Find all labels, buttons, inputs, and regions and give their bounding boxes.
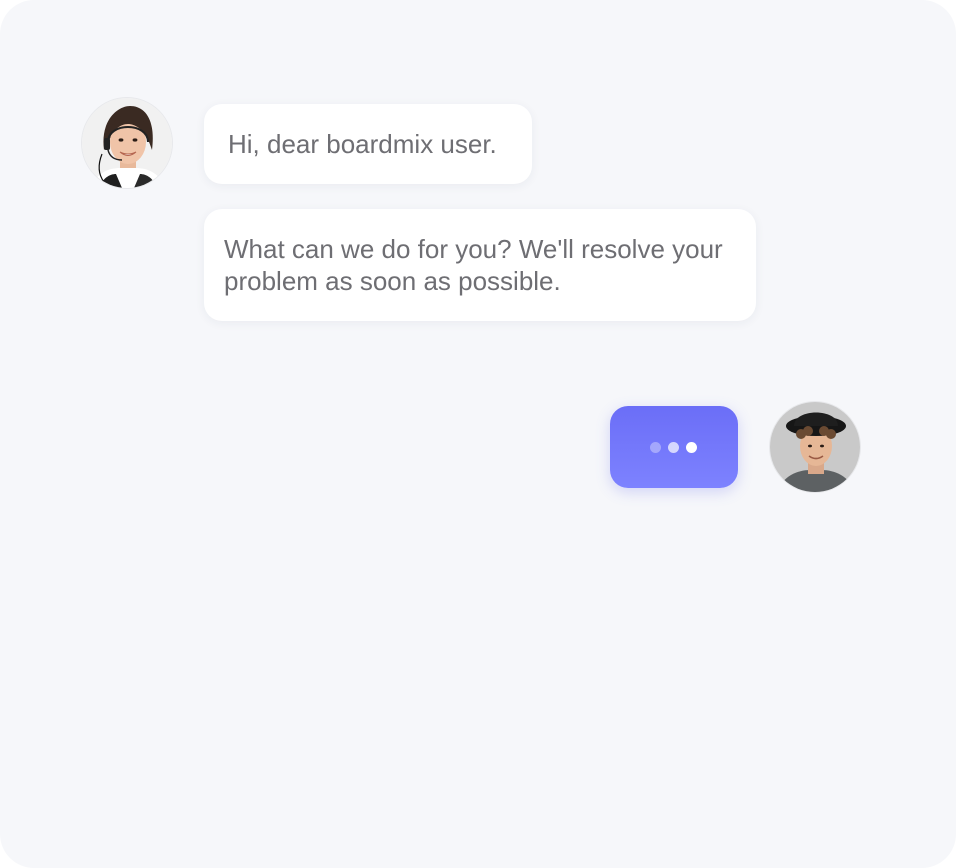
agent-message: Hi, dear boardmix user. bbox=[204, 104, 532, 184]
typing-dot bbox=[686, 442, 697, 453]
agent-avatar bbox=[82, 98, 172, 188]
agent-avatar-image bbox=[82, 98, 172, 188]
agent-message: What can we do for you? We'll resolve yo… bbox=[204, 209, 756, 321]
message-text: What can we do for you? We'll resolve yo… bbox=[224, 234, 723, 296]
typing-dot bbox=[668, 442, 679, 453]
chat-panel: Hi, dear boardmix user. What can we do f… bbox=[0, 0, 956, 868]
user-avatar bbox=[770, 402, 860, 492]
message-text: Hi, dear boardmix user. bbox=[228, 129, 497, 159]
typing-indicator bbox=[610, 406, 738, 488]
typing-dot bbox=[650, 442, 661, 453]
user-avatar-image bbox=[770, 402, 860, 492]
